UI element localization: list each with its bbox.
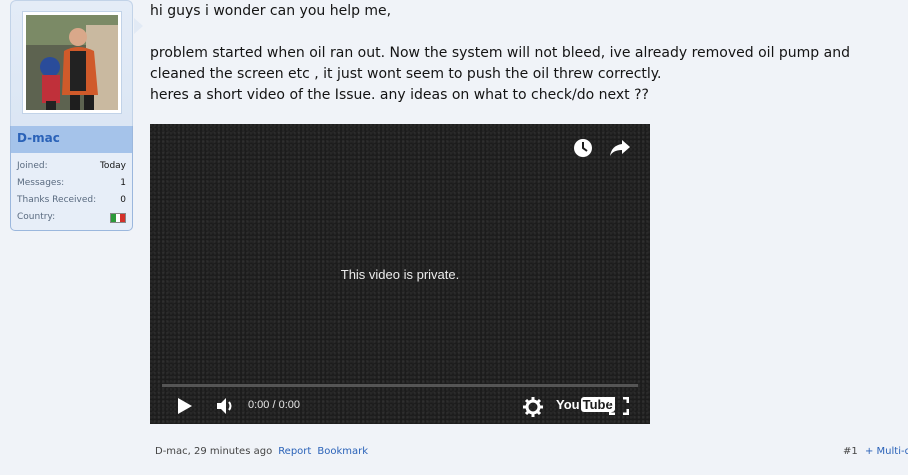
post-footer: D-mac, 29 minutes ago Report Bookmark [155, 446, 368, 457]
multiquote-link[interactable]: + Multi-q [865, 446, 908, 457]
play-icon[interactable] [176, 397, 194, 415]
clock-icon[interactable] [573, 138, 593, 158]
country-flag-icon [110, 213, 126, 223]
stat-thanks: Thanks Received: 0 [17, 195, 126, 212]
user-stats: Joined: Today Messages: 1 Thanks Receive… [10, 153, 133, 231]
settings-icon[interactable] [523, 397, 543, 417]
progress-bar[interactable] [162, 384, 638, 387]
stat-value: 0 [120, 195, 126, 205]
youtube-logo-you: You [556, 397, 580, 412]
bookmark-link[interactable]: Bookmark [317, 446, 368, 457]
stat-label: Country: [17, 212, 56, 222]
stat-label: Messages: [17, 178, 65, 188]
volume-icon[interactable] [216, 397, 236, 415]
avatar-arrow [134, 18, 143, 34]
message-line: problem started when oil ran out. Now th… [150, 45, 850, 61]
stat-value[interactable]: 1 [120, 178, 126, 188]
report-link[interactable]: Report [278, 446, 311, 457]
username-link[interactable]: D-mac [17, 131, 60, 145]
post-author-time: D-mac, 29 minutes ago [155, 446, 273, 457]
youtube-logo[interactable]: You Tube [556, 397, 615, 412]
message-body: hi guys i wonder can you help me, proble… [150, 0, 900, 106]
stat-joined: Joined: Today [17, 161, 126, 178]
user-panel: D-mac Joined: Today Messages: 1 Thanks R… [10, 0, 143, 231]
stat-country: Country: [17, 212, 126, 229]
message-line: heres a short video of the Issue. any id… [150, 87, 649, 103]
avatar[interactable] [22, 11, 122, 114]
stat-value: Today [99, 161, 126, 171]
stat-label: Joined: [17, 161, 48, 171]
message-line: hi guys i wonder can you help me, [150, 3, 392, 19]
avatar-image [26, 15, 118, 110]
message-line: cleaned the screen etc , it just wont se… [150, 66, 662, 82]
post-number-link[interactable]: #1 [843, 446, 858, 457]
video-status-text: This video is private. [340, 267, 460, 282]
fullscreen-icon[interactable] [609, 397, 629, 415]
share-icon[interactable] [609, 138, 631, 158]
stat-label: Thanks Received: [17, 195, 97, 205]
video-time: 0:00 / 0:00 [248, 399, 300, 411]
username-bar: D-mac [10, 126, 133, 153]
stat-messages: Messages: 1 [17, 178, 126, 195]
video-player[interactable]: This video is private. 0:00 / 0:00 You Tu… [150, 124, 650, 424]
